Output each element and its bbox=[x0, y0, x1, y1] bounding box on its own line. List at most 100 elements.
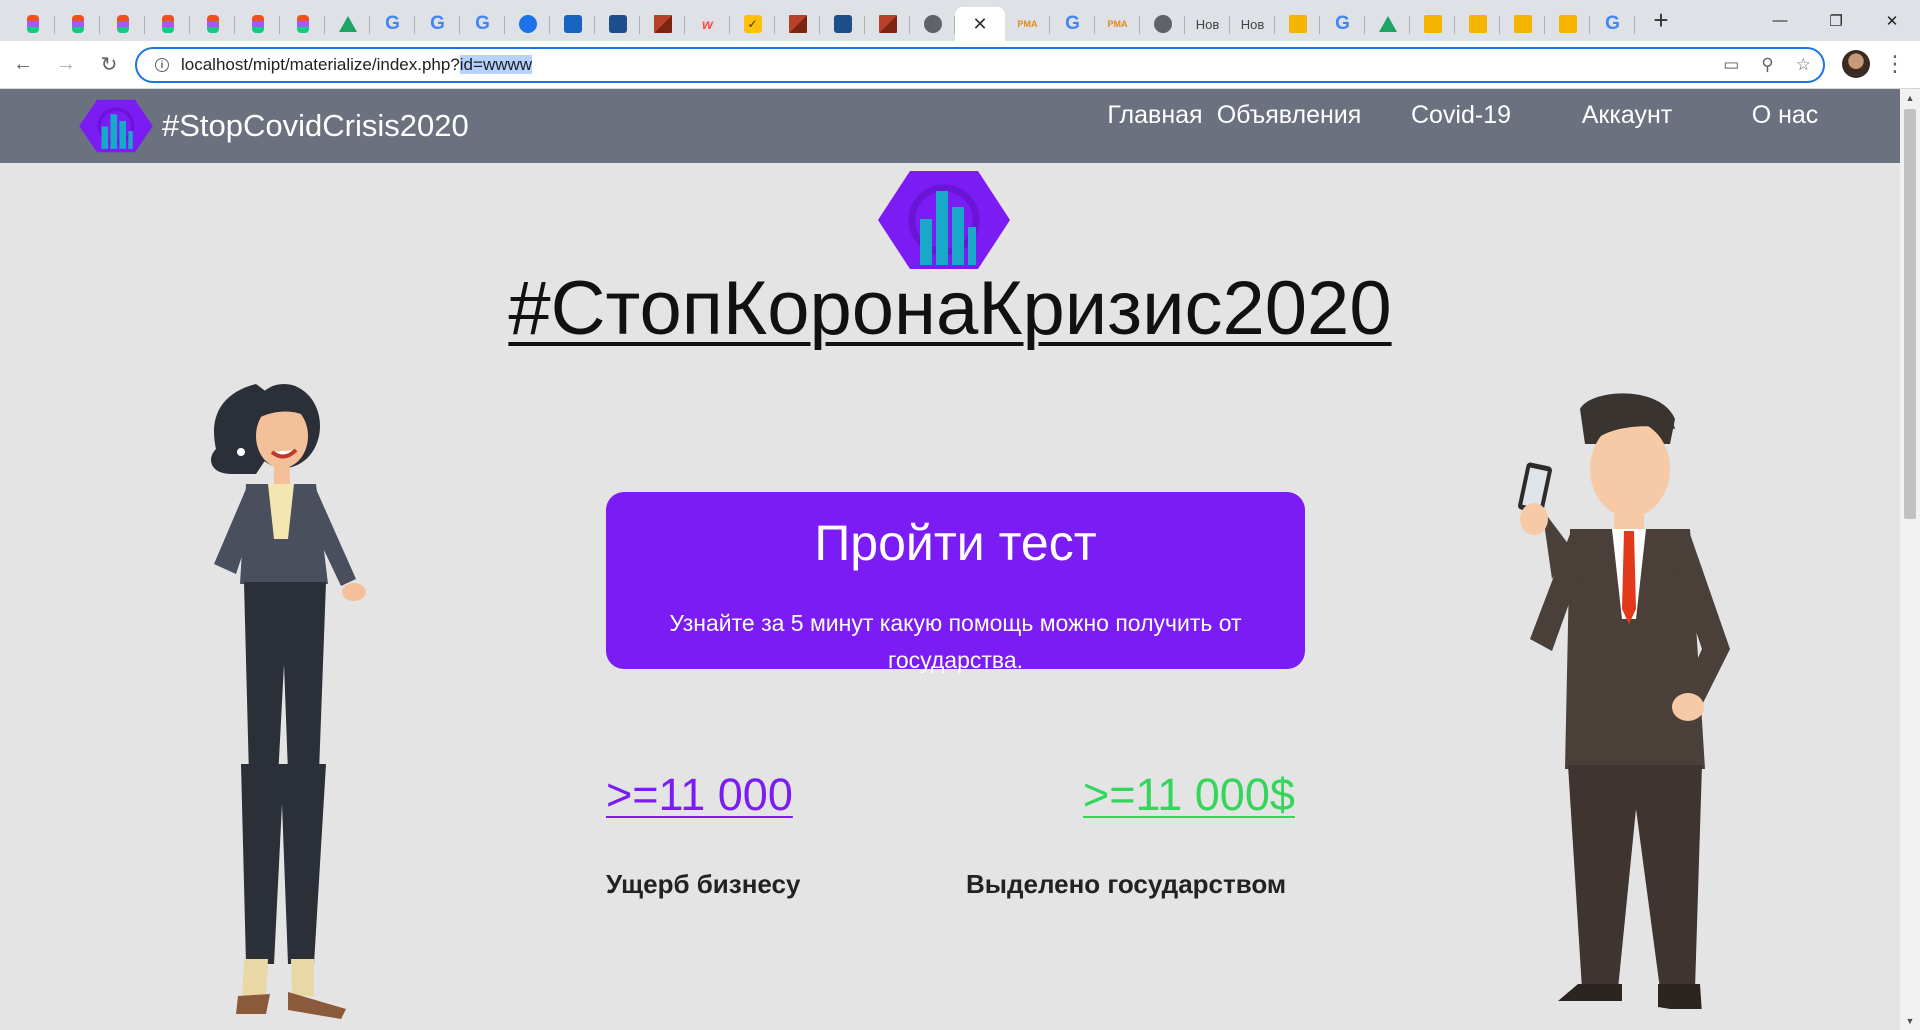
browser-tab[interactable] bbox=[1410, 7, 1455, 41]
slides-icon bbox=[1423, 15, 1442, 33]
browser-tab[interactable] bbox=[55, 7, 100, 41]
browser-tab[interactable]: ✕ bbox=[955, 7, 1005, 41]
site-info-icon[interactable]: i bbox=[147, 58, 177, 72]
brand-logo-icon bbox=[79, 99, 153, 153]
figma-icon bbox=[206, 15, 219, 33]
browser-tab[interactable] bbox=[820, 7, 865, 41]
reload-button[interactable]: ↻ bbox=[89, 45, 129, 85]
forward-button[interactable]: → bbox=[46, 45, 86, 85]
trello-icon bbox=[563, 15, 582, 33]
back-button[interactable]: ← bbox=[3, 45, 43, 85]
browser-tab[interactable] bbox=[640, 7, 685, 41]
browser-tab[interactable] bbox=[550, 7, 595, 41]
browser-tab[interactable] bbox=[1500, 7, 1545, 41]
cta-subtitle: Узнайте за 5 минут какую помощь можно по… bbox=[669, 610, 1242, 673]
take-test-button[interactable]: Пройти тест Узнайте за 5 минут какую пом… bbox=[606, 492, 1305, 673]
google-drive-icon bbox=[1378, 16, 1397, 32]
browser-tab[interactable]: G bbox=[1590, 7, 1635, 41]
browser-tab[interactable] bbox=[505, 7, 550, 41]
browser-tab[interactable] bbox=[100, 7, 145, 41]
nav-item-0[interactable]: Главная bbox=[1107, 101, 1202, 130]
figma-icon bbox=[296, 15, 309, 33]
profile-avatar[interactable] bbox=[1842, 50, 1870, 78]
url-text[interactable]: localhost/mipt/materialize/index.php?id=… bbox=[181, 55, 533, 75]
slides-icon bbox=[1558, 15, 1577, 33]
browser-tab[interactable]: PMA bbox=[1005, 7, 1050, 41]
stat-government-funds-value[interactable]: >=11 000$ bbox=[1083, 769, 1295, 821]
browser-tabstrip: G G Gw ✓ ✕ PMA G PMA Нов Нов G G + — ❐ ✕ bbox=[0, 0, 1920, 41]
star-icon[interactable]: ☆ bbox=[1796, 55, 1811, 75]
browser-tab[interactable]: Нов bbox=[1230, 7, 1275, 41]
google-drive-icon bbox=[338, 16, 357, 32]
new-tab-button[interactable]: + bbox=[1641, 1, 1681, 41]
browser-tab[interactable]: G bbox=[1050, 7, 1095, 41]
site-navbar: #StopCovidCrisis2020 Главная Объявления Co… bbox=[0, 89, 1900, 163]
browser-tab[interactable] bbox=[910, 7, 955, 41]
browser-tab[interactable] bbox=[1365, 7, 1410, 41]
blocks-icon bbox=[788, 15, 807, 33]
page-viewport: #StopCovidCrisis2020 Главная Объявления Co… bbox=[0, 89, 1900, 1030]
nav-item-4[interactable]: О нас bbox=[1752, 101, 1819, 130]
browser-tab[interactable] bbox=[1275, 7, 1320, 41]
stat-business-damage-value[interactable]: >=11 000 bbox=[606, 769, 793, 821]
browser-tab[interactable]: G bbox=[460, 7, 505, 41]
browser-tab[interactable]: ✓ bbox=[730, 7, 775, 41]
browser-tab[interactable] bbox=[190, 7, 235, 41]
stat-business-damage-label: Ущерб бизнесу bbox=[606, 869, 801, 899]
url-path: /mipt/materialize/index.php? bbox=[248, 55, 460, 74]
browser-tab[interactable]: G bbox=[1320, 7, 1365, 41]
browser-tab[interactable]: Нов bbox=[1185, 7, 1230, 41]
scroll-down-icon[interactable]: ▼ bbox=[1900, 1012, 1920, 1030]
stackoverflow-icon bbox=[608, 15, 627, 33]
close-window-button[interactable]: ✕ bbox=[1864, 0, 1920, 41]
w-icon: w bbox=[702, 16, 713, 32]
browser-tab[interactable] bbox=[10, 7, 55, 41]
browser-tab[interactable] bbox=[235, 7, 280, 41]
address-bar[interactable]: i localhost/mipt/materialize/index.php?i… bbox=[135, 47, 1825, 83]
nav-item-2[interactable]: Covid-19 bbox=[1411, 101, 1511, 130]
browser-tab[interactable] bbox=[280, 7, 325, 41]
browser-tab[interactable] bbox=[1140, 7, 1185, 41]
hero-title[interactable]: #СтопКоронаКризис2020 bbox=[0, 265, 1900, 352]
chat-icon bbox=[518, 15, 537, 33]
google-icon: G bbox=[1605, 13, 1620, 34]
browser-tab[interactable]: w bbox=[685, 7, 730, 41]
minimize-button[interactable]: — bbox=[1752, 0, 1808, 41]
page-scrollbar[interactable]: ▲ ▼ bbox=[1900, 89, 1920, 1030]
stat-government-funds: >=11 000$ bbox=[1083, 769, 1295, 821]
nav-item-3[interactable]: Аккаунт bbox=[1582, 101, 1672, 130]
key-icon[interactable]: ⚲ bbox=[1761, 55, 1773, 75]
window-controls: — ❐ ✕ bbox=[1752, 0, 1920, 41]
google-icon: G bbox=[1335, 13, 1350, 34]
browser-tab[interactable]: G bbox=[370, 7, 415, 41]
tab-title: Нов bbox=[1195, 16, 1220, 32]
google-icon: G bbox=[385, 13, 400, 34]
figma-icon bbox=[116, 15, 129, 33]
browser-tab[interactable] bbox=[145, 7, 190, 41]
nav-item-1[interactable]: Объявления bbox=[1217, 101, 1362, 130]
close-icon[interactable]: ✕ bbox=[972, 14, 987, 35]
cast-icon[interactable]: ▭ bbox=[1723, 55, 1739, 75]
menu-kebab-icon[interactable]: ⋮ bbox=[1884, 51, 1906, 77]
browser-tab[interactable]: PMA bbox=[1095, 7, 1140, 41]
url-host: localhost bbox=[181, 55, 249, 74]
hero-logo-icon bbox=[878, 171, 1010, 269]
stat-business-damage: >=11 000 bbox=[606, 769, 793, 821]
browser-tab[interactable] bbox=[325, 7, 370, 41]
browser-tab[interactable] bbox=[595, 7, 640, 41]
browser-tab[interactable] bbox=[775, 7, 820, 41]
brand-text: #StopCovidCrisis2020 bbox=[162, 108, 469, 143]
figma-icon bbox=[71, 15, 84, 33]
globe-icon bbox=[1153, 15, 1172, 33]
slides-icon bbox=[1288, 15, 1307, 33]
restore-button[interactable]: ❐ bbox=[1808, 0, 1864, 41]
browser-tab[interactable] bbox=[865, 7, 910, 41]
browser-tab[interactable]: G bbox=[415, 7, 460, 41]
blocks-icon bbox=[878, 15, 897, 33]
browser-toolbar: ← → ↻ i localhost/mipt/materialize/index… bbox=[0, 41, 1920, 89]
browser-tab[interactable] bbox=[1545, 7, 1590, 41]
browser-tab[interactable] bbox=[1455, 7, 1500, 41]
scrollbar-thumb[interactable] bbox=[1904, 109, 1916, 519]
brand-link[interactable]: #StopCovidCrisis2020 bbox=[78, 95, 469, 157]
scroll-up-icon[interactable]: ▲ bbox=[1900, 89, 1920, 107]
